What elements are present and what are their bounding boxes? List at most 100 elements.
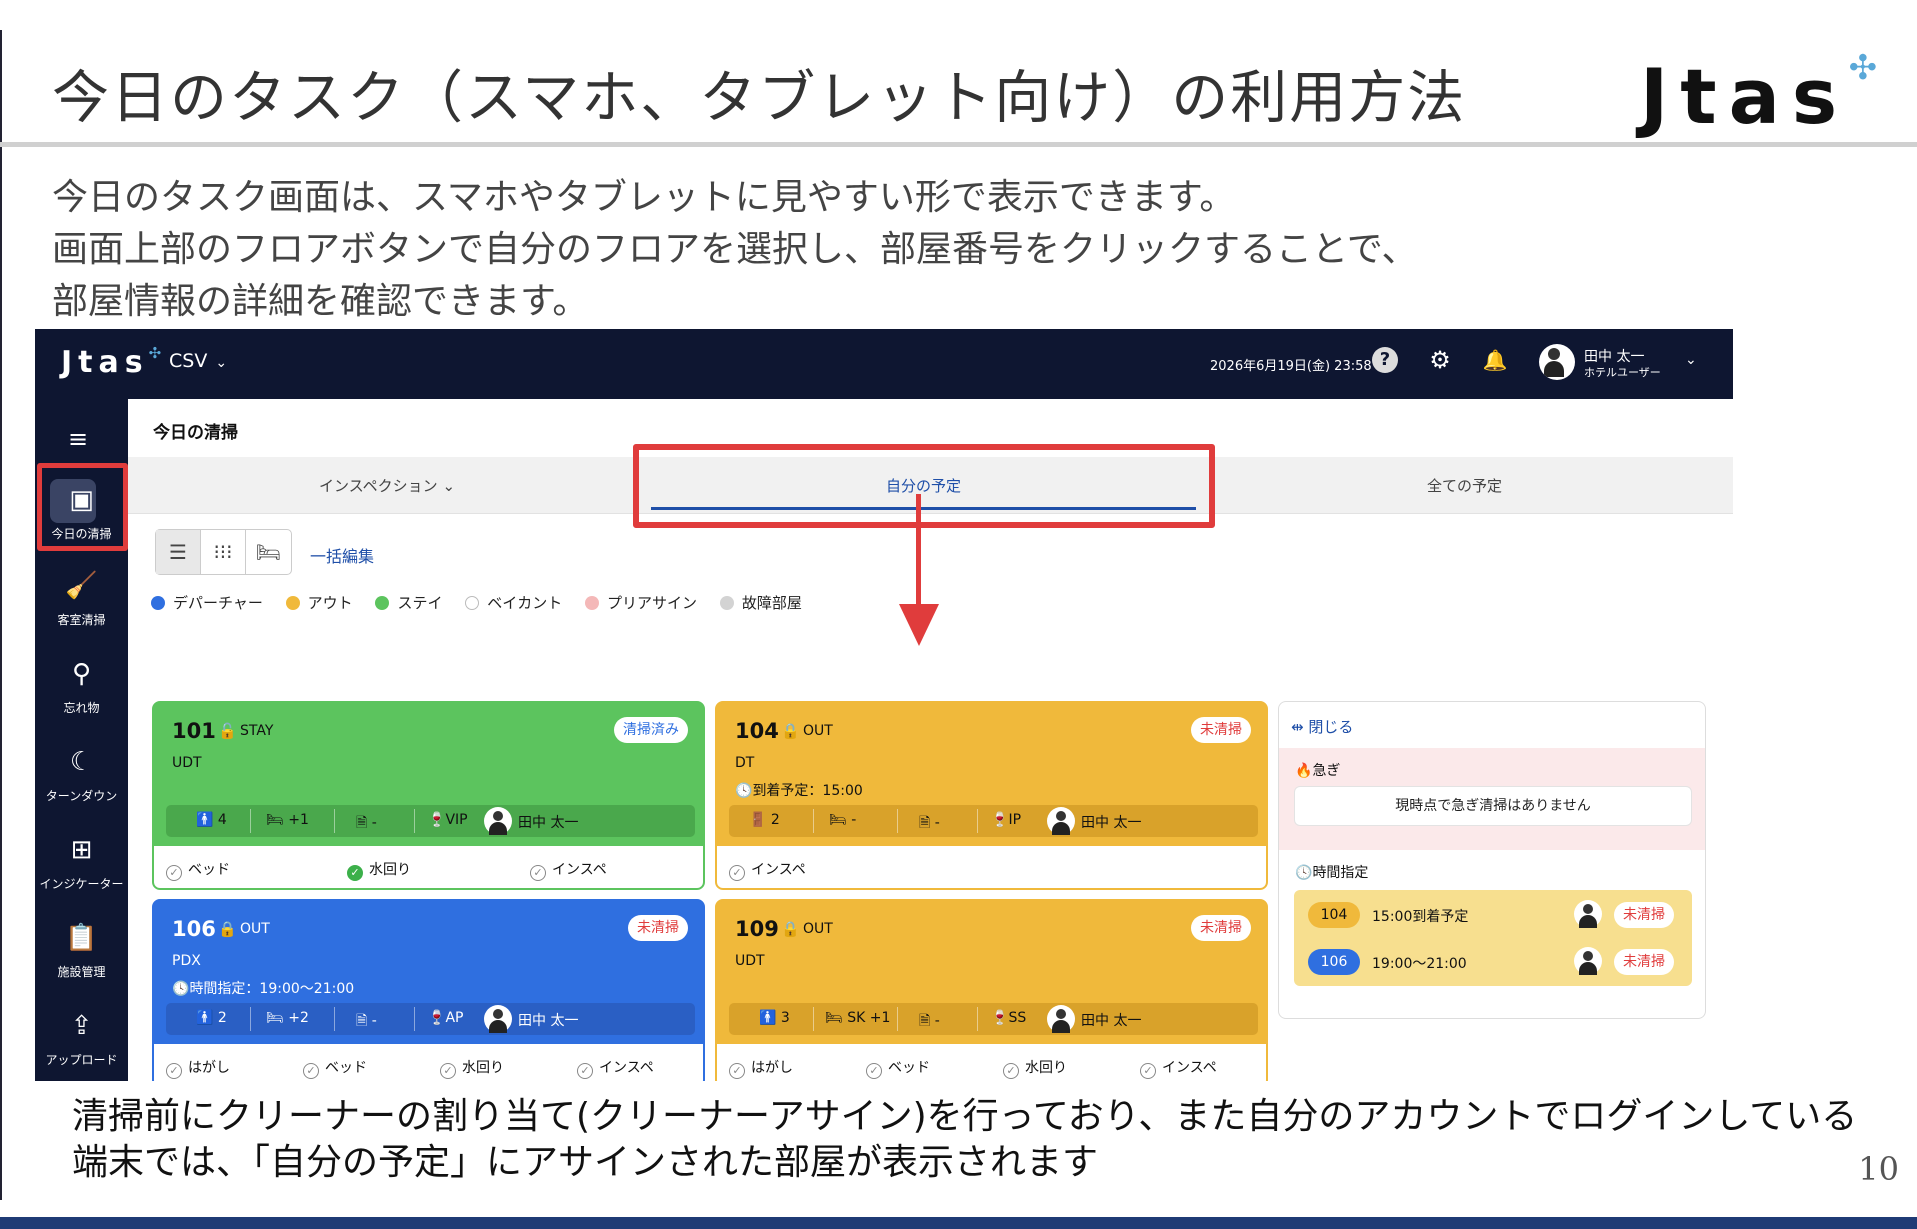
- close-panel-button[interactable]: ⇹ 閉じる: [1291, 716, 1353, 737]
- chevron-down-icon: ⌄: [215, 355, 228, 371]
- timed-text: 19:00〜21:00: [1372, 956, 1467, 972]
- check-circle-icon: ✓: [530, 865, 546, 881]
- checklist-item[interactable]: ✓ ベッド: [866, 1057, 930, 1079]
- list-view-icon[interactable]: ☰: [156, 530, 201, 574]
- sidebar-item-room-cleaning[interactable]: 🧹 客室清掃: [35, 569, 128, 628]
- status-legend: デパーチャー アウト ステイ ベイカント プリアサイン 故障部屋: [151, 592, 820, 613]
- clock-icon: 🕓: [735, 783, 753, 799]
- room-card[interactable]: 106 🔒 OUT 未清掃 PDX 🕓時間指定：19:00〜21:00 🚹 2 …: [152, 899, 705, 1081]
- check-circle-icon: ✓: [729, 1063, 745, 1079]
- gear-icon[interactable]: ⚙: [1427, 347, 1453, 373]
- brand-logo: Jtas ✣: [1640, 48, 1878, 141]
- intro-line: 部屋情報の詳細を確認できます。: [52, 281, 589, 322]
- app-logo[interactable]: Jtas✣: [61, 344, 161, 380]
- time-window-note: 🕓時間指定：19:00〜21:00: [172, 981, 355, 997]
- door-icon: 🚪: [749, 812, 767, 828]
- checklist: ✓ はがし ✓ ベッド ✓ 水回り ✓ インスペ: [154, 1044, 703, 1081]
- lock-icon: 🔒: [781, 920, 800, 938]
- bell-icon[interactable]: 🔔: [1482, 347, 1508, 373]
- user-name[interactable]: 田中 太一: [1584, 346, 1644, 366]
- check-circle-icon: ✓: [166, 865, 182, 881]
- room-number[interactable]: 106: [172, 917, 216, 941]
- checklist: ✓ はがし ✓ ベッド ✓ 水回り ✓ インスペ: [717, 1044, 1266, 1081]
- divider: [250, 1007, 251, 1031]
- user-avatar[interactable]: [1539, 344, 1575, 380]
- sidebar-item-lost-items[interactable]: ⚲ 忘れ物: [35, 657, 128, 716]
- checklist-item[interactable]: ✓ 水回り: [347, 859, 411, 881]
- bed-view-icon[interactable]: 🛏: [246, 530, 291, 574]
- sidebar-item-upload[interactable]: ⇪ アップロード: [35, 1009, 128, 1068]
- room-number[interactable]: 104: [735, 719, 779, 743]
- wine-icon: 🍷: [991, 812, 1009, 828]
- sidebar-item-facility[interactable]: 📋 施設管理: [35, 921, 128, 980]
- user-role: ホテルユーザー: [1584, 366, 1661, 379]
- checklist-item[interactable]: ✓ ベッド: [166, 859, 230, 881]
- sidebar-item-label: 客室清掃: [57, 613, 106, 627]
- divider: [813, 1007, 814, 1031]
- urgent-message: 現時点で急ぎ清掃はありません: [1294, 786, 1692, 826]
- checklist-item[interactable]: ✓ インスペ: [729, 859, 806, 881]
- status-badge: 未清掃: [1614, 949, 1674, 975]
- checklist-item[interactable]: ✓ 水回り: [1003, 1057, 1067, 1079]
- tab-inspection[interactable]: インスペクション ⌄: [319, 475, 455, 496]
- divider: [334, 809, 335, 833]
- status-badge: 清掃済み: [614, 717, 688, 743]
- checklist-item[interactable]: ✓ ベッド: [303, 1057, 367, 1079]
- sidebar-item-indicator[interactable]: ⊞ インジケーター: [35, 833, 128, 892]
- list-item[interactable]: 104 15:00到着予定 未清掃: [1294, 894, 1692, 934]
- sparkle-icon: ✣: [1848, 48, 1878, 88]
- checklist-item[interactable]: ✓ インスペ: [530, 859, 607, 881]
- check-circle-icon: ✓: [440, 1063, 456, 1079]
- timed-list: 104 15:00到着予定 未清掃 106 19:00〜21:00 未清掃: [1294, 890, 1692, 986]
- grid-view-icon[interactable]: ⁝⁝⁝: [201, 530, 246, 574]
- hamburger-menu-icon[interactable]: ≡: [68, 425, 88, 453]
- person-icon: 🚹: [196, 812, 214, 828]
- sidebar-item-label: アップロード: [45, 1053, 118, 1067]
- bed-icon: 🛏: [829, 812, 847, 828]
- app-screenshot: Jtas✣ CSV ⌄ 2026年6月19日(金) 23:58 ? ⚙ 🔔 田中 …: [35, 329, 1733, 1081]
- list-item[interactable]: 106 19:00〜21:00 未清掃: [1294, 941, 1692, 981]
- info-row: 🚹 2 🛏 +2 🗎 - 🍷AP 田中 太一: [166, 1003, 695, 1035]
- priority-panel: ⇹ 閉じる 🔥急ぎ 現時点で急ぎ清掃はありません 🕓時間指定 104 15:00…: [1278, 701, 1706, 1019]
- sidebar-item-turndown[interactable]: ☾ ターンダウン: [35, 745, 128, 804]
- room-card[interactable]: 101 🔓 STAY 清掃済み UDT 🚹 4 🛏 +1 🗎 - 🍷VIP 田中…: [152, 701, 705, 890]
- csv-menu[interactable]: CSV ⌄: [169, 350, 227, 372]
- lock-icon: 🔒: [781, 722, 800, 740]
- info-row: 🚪 2 🛏 - 🗎 - 🍷IP 田中 太一: [729, 805, 1258, 837]
- extra-beds: 🛏 SK +1: [825, 1010, 891, 1026]
- bulk-edit-link[interactable]: 一括編集: [310, 543, 374, 567]
- checklist-item[interactable]: ✓ はがし: [729, 1057, 793, 1079]
- status-badge: 未清掃: [628, 915, 688, 941]
- tab-all-schedule[interactable]: 全ての予定: [1427, 475, 1502, 496]
- status-badge: 未清掃: [1191, 717, 1251, 743]
- legend-dot: [465, 596, 480, 610]
- chevron-down-icon[interactable]: ⌄: [1685, 352, 1697, 368]
- check-circle-icon: ✓: [729, 865, 745, 881]
- room-number[interactable]: 101: [172, 719, 216, 743]
- current-datetime: 2026年6月19日(金) 23:58: [1210, 359, 1372, 374]
- intro-line: 画面上部のフロアボタンで自分のフロアを選択し、部屋番号をクリックすることで、: [52, 229, 1418, 270]
- fire-icon: 🔥: [1295, 763, 1313, 779]
- legend-item: デパーチャー: [151, 592, 263, 613]
- room-number[interactable]: 109: [735, 917, 779, 941]
- checklist-item[interactable]: ✓ はがし: [166, 1057, 230, 1079]
- help-icon[interactable]: ?: [1372, 347, 1398, 373]
- room-card[interactable]: 104 🔒 OUT 未清掃 DT 🕓到着予定：15:00 🚪 2 🛏 - 🗎 -…: [715, 701, 1268, 890]
- wine-icon: 🍷: [428, 1010, 446, 1026]
- outro-line: 清掃前にクリーナーの割り当て(クリーナーアサイン)を行っており、また自分のアカウ…: [72, 1096, 1858, 1137]
- lock-icon: 🔒: [218, 920, 237, 938]
- sidebar-item-label: 施設管理: [57, 965, 106, 979]
- room-card[interactable]: 109 🔒 OUT 未清掃 UDT 🚹 3 🛏 SK +1 🗎 - 🍷SS 田中…: [715, 899, 1268, 1081]
- checklist-item[interactable]: ✓ インスペ: [1140, 1057, 1217, 1079]
- cleaner-name: 田中 太一: [1081, 1013, 1142, 1029]
- wine-icon: 🍷: [428, 812, 446, 828]
- checklist-item[interactable]: ✓ 水回り: [440, 1057, 504, 1079]
- checklist-item[interactable]: ✓ インスペ: [577, 1057, 654, 1079]
- divider: [414, 1007, 415, 1031]
- extra-beds: 🛏 -: [829, 812, 857, 828]
- legend-item: ベイカント: [465, 592, 562, 613]
- cleaner-avatar: [1047, 807, 1075, 835]
- sidebar: ≡ ▣ 今日の清掃 🧹 客室清掃 ⚲ 忘れ物 ☾ ターンダウン ⊞ インジケータ…: [35, 399, 128, 1081]
- page-heading: 今日の清掃: [153, 423, 238, 443]
- guest-count: 🚪 2: [749, 812, 780, 828]
